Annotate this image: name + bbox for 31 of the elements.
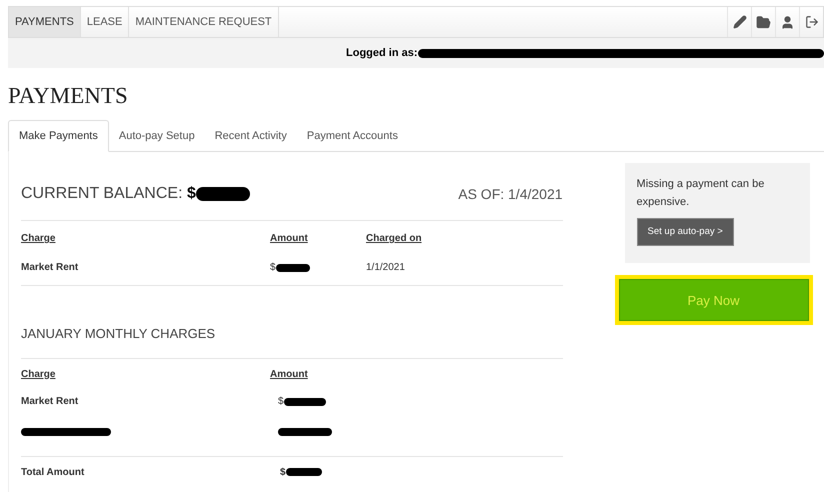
logged-in-label: Logged in as: (346, 46, 418, 61)
table-cell-text: $ (278, 395, 284, 409)
column-header: Charge (21, 368, 56, 382)
pencil-icon (732, 15, 746, 29)
table-cell-text: 1/1/2021 (366, 261, 405, 275)
tab[interactable]: Payment Accounts (296, 120, 408, 152)
tab[interactable]: Recent Activity (204, 120, 297, 152)
total-amount: $ (280, 466, 286, 480)
nav-tab[interactable]: LEASE (80, 7, 130, 37)
nav-tab[interactable]: MAINTENANCE REQUEST (129, 7, 279, 37)
as-of-date: AS OF: 1/4/2021 (458, 184, 563, 204)
folder-icon (756, 14, 771, 30)
logout-icon (804, 15, 818, 29)
notice-text: Missing a payment can be expensive. (636, 177, 766, 210)
user-icon (780, 14, 795, 30)
nav-tab[interactable]: PAYMENTS (9, 7, 81, 37)
column-header: Charge (21, 232, 56, 246)
column-header: Amount (270, 368, 308, 382)
table-cell-text: Market Rent (21, 261, 78, 275)
section-title: JANUARY MONTHLY CHARGES (21, 324, 563, 358)
autopay-button[interactable]: Set up auto-pay > (636, 218, 734, 246)
tab[interactable]: Auto-pay Setup (108, 120, 205, 152)
total-label: Total Amount (21, 466, 84, 480)
page-title: PAYMENTS (8, 84, 129, 107)
tab[interactable]: Make Payments (8, 120, 109, 152)
column-header: Charged on (366, 232, 422, 246)
balance-value: $ (186, 184, 196, 204)
column-header: Amount (270, 232, 308, 246)
table-cell-text: $ (270, 261, 276, 275)
table-cell-text: Market Rent (21, 395, 78, 409)
balance-label: CURRENT BALANCE: (21, 184, 184, 204)
